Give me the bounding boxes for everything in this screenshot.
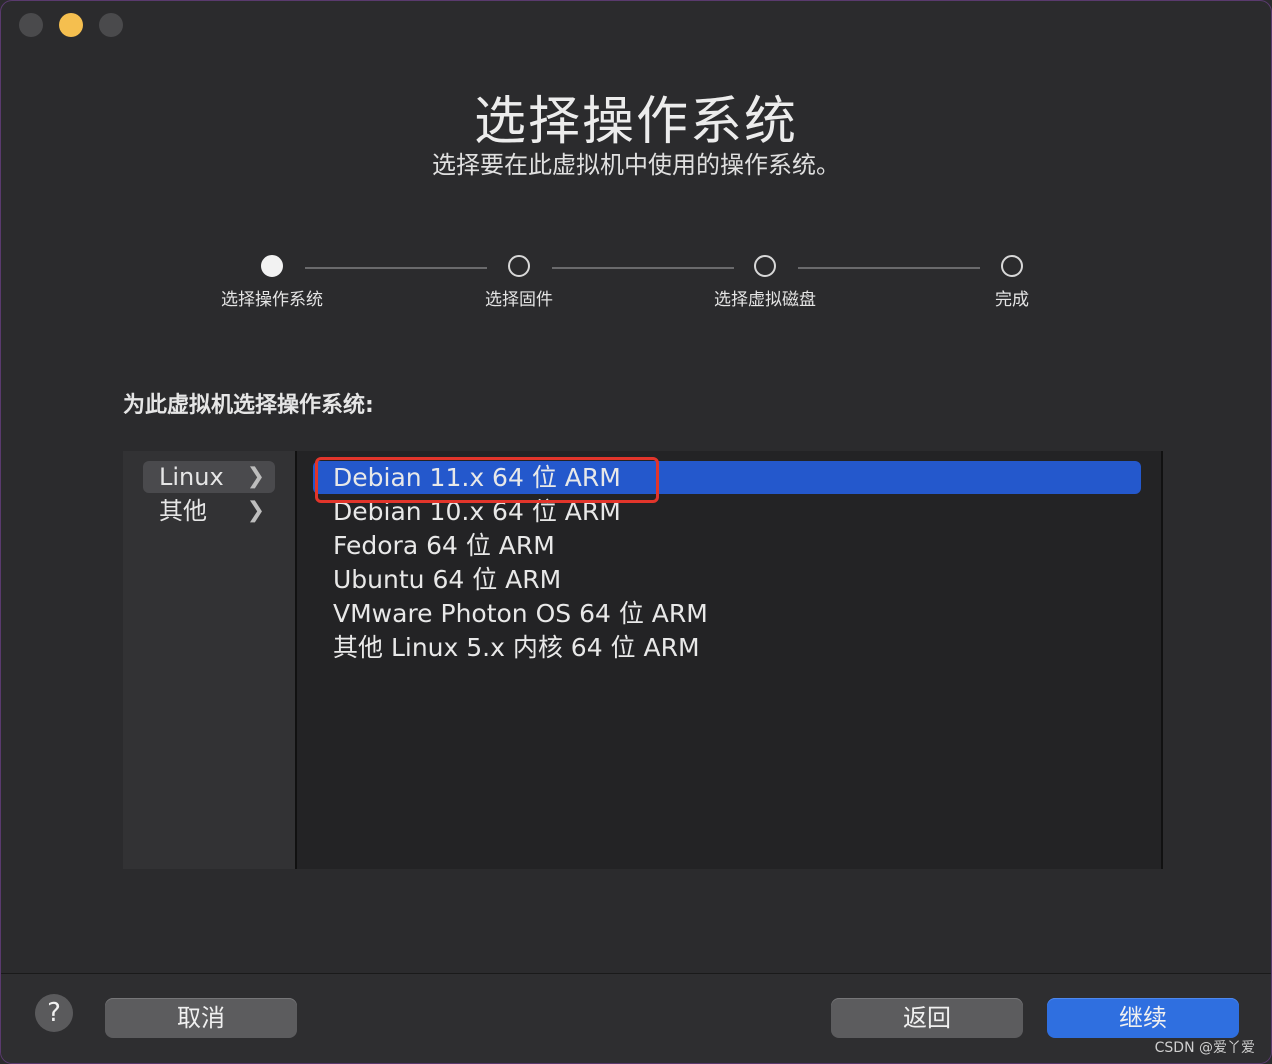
category-item-other[interactable]: 其他 ❯ xyxy=(143,495,275,527)
step-connector xyxy=(798,267,980,269)
os-item-fedora[interactable]: Fedora 64 位 ARM xyxy=(333,529,555,563)
category-item-linux[interactable]: Linux ❯ xyxy=(143,461,275,493)
step-indicator-2 xyxy=(508,255,530,277)
step-label-4: 完成 xyxy=(995,290,1029,310)
os-item-photon[interactable]: VMware Photon OS 64 位 ARM xyxy=(333,597,708,631)
os-category-list: Linux ❯ 其他 ❯ xyxy=(123,451,297,869)
page-subtitle: 选择要在此虚拟机中使用的操作系统。 xyxy=(432,151,840,179)
step-indicator-4 xyxy=(1001,255,1023,277)
os-item-other-linux[interactable]: 其他 Linux 5.x 内核 64 位 ARM xyxy=(333,631,700,665)
close-window-button[interactable] xyxy=(19,13,43,37)
chevron-right-icon: ❯ xyxy=(246,498,265,523)
back-button[interactable]: 返回 xyxy=(831,998,1023,1038)
window-controls xyxy=(19,13,123,37)
chevron-right-icon: ❯ xyxy=(246,464,265,489)
watermark: CSDN @爱丫爱 xyxy=(1154,1040,1255,1056)
step-connector xyxy=(552,267,734,269)
zoom-window-button[interactable] xyxy=(99,13,123,37)
continue-button[interactable]: 继续 xyxy=(1047,998,1239,1038)
category-label: Linux xyxy=(159,463,224,491)
step-indicator-1 xyxy=(261,255,283,277)
minimize-window-button[interactable] xyxy=(59,13,83,37)
os-selection-prompt: 为此虚拟机选择操作系统: xyxy=(123,393,374,418)
step-label-2: 选择固件 xyxy=(485,290,553,310)
annotation-highlight-box xyxy=(315,457,659,503)
step-connector xyxy=(305,267,487,269)
progress-steps: 选择操作系统 选择固件 选择虚拟磁盘 完成 xyxy=(1,255,1271,315)
footer-bar: ? 取消 返回 继续 CSDN @爱丫爱 xyxy=(1,974,1271,1063)
page-title: 选择操作系统 xyxy=(473,92,798,152)
cancel-button[interactable]: 取消 xyxy=(105,998,297,1038)
vm-setup-window: 选择操作系统 选择要在此虚拟机中使用的操作系统。 选择操作系统 选择固件 选择虚… xyxy=(0,0,1272,1064)
step-label-1: 选择操作系统 xyxy=(221,290,323,310)
help-button[interactable]: ? xyxy=(35,994,73,1032)
os-version-list: Debian 11.x 64 位 ARM Debian 10.x 64 位 AR… xyxy=(297,451,1161,869)
step-indicator-3 xyxy=(754,255,776,277)
os-item-ubuntu[interactable]: Ubuntu 64 位 ARM xyxy=(333,563,561,597)
os-browser: Linux ❯ 其他 ❯ Debian 11.x 64 位 ARM Debian… xyxy=(123,451,1163,869)
step-label-3: 选择虚拟磁盘 xyxy=(714,290,816,310)
category-label: 其他 xyxy=(159,497,207,525)
